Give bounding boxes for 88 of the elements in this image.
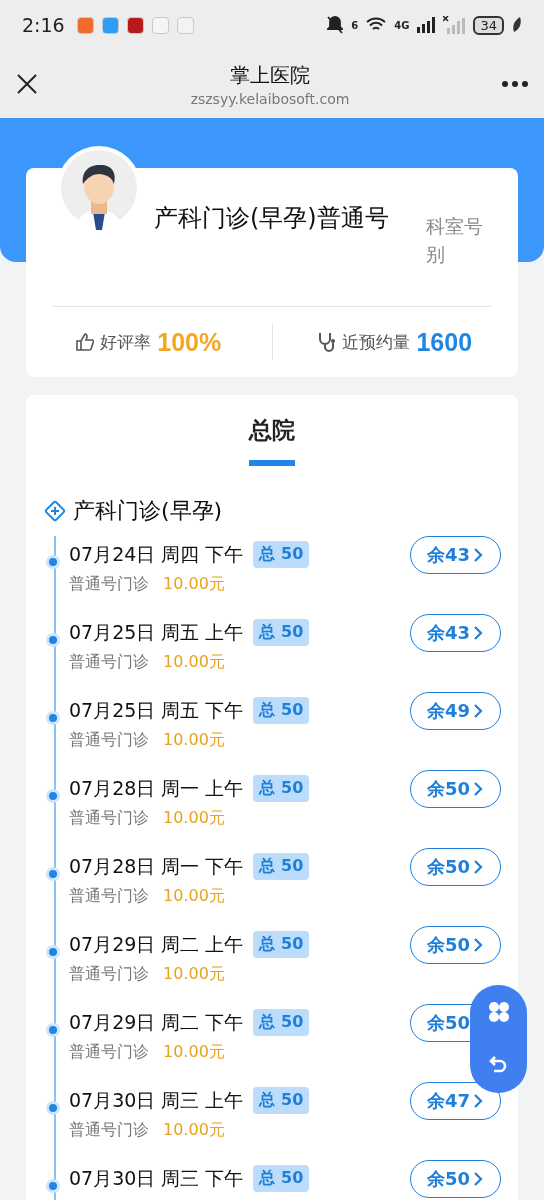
total-badge: 总 50 — [253, 541, 310, 568]
signal-icon — [417, 17, 436, 33]
total-badge: 总 50 — [253, 775, 310, 802]
total-badge: 总 50 — [253, 619, 310, 646]
remaining-button[interactable]: 余43 — [409, 614, 501, 652]
department-heading: 产科门诊(早孕) — [73, 497, 223, 525]
slot-date: 07月28日 周一 下午 — [69, 853, 244, 879]
slot-type: 普通号门诊 — [69, 1042, 149, 1063]
slot-type: 普通号门诊 — [69, 730, 149, 751]
timeline-dot — [49, 870, 57, 878]
slot-date: 07月25日 周五 下午 — [69, 697, 244, 723]
page-url: zszsyy.kelaibosoft.com — [190, 90, 350, 107]
battery-indicator: 34 — [473, 15, 504, 35]
signal-icon — [443, 16, 466, 34]
remaining-button[interactable]: 余50 — [409, 926, 501, 964]
slot-type: 普通号门诊 — [69, 1120, 149, 1141]
slot-date: 07月30日 周三 上午 — [69, 1087, 244, 1113]
timeline-dot — [49, 948, 57, 956]
department-name: 产科门诊(早孕)普通号 — [154, 203, 390, 234]
total-badge: 总 50 — [253, 1165, 310, 1192]
app-notification-icon — [76, 16, 94, 34]
bookings-value: 1600 — [416, 327, 473, 357]
chevron-right-icon — [472, 1171, 484, 1187]
plus-diamond-icon — [43, 499, 67, 523]
app-notification-icon — [151, 16, 169, 34]
more-icon[interactable] — [502, 81, 528, 87]
remaining-button[interactable]: 余50 — [409, 1160, 501, 1198]
slot-type: 普通号门诊 — [69, 964, 149, 985]
timeline-dot — [49, 1026, 57, 1034]
total-badge: 总 50 — [253, 931, 310, 958]
app-notification-icon — [126, 16, 144, 34]
timeline-dot — [49, 1104, 57, 1112]
slot-fee: 10.00元 — [163, 964, 225, 985]
close-icon[interactable] — [16, 73, 38, 95]
slot-date: 07月24日 周四 下午 — [69, 541, 244, 567]
slot-fee: 10.00元 — [163, 808, 225, 829]
total-badge: 总 50 — [253, 697, 310, 724]
timeline-dot — [49, 792, 57, 800]
remaining-button[interactable]: 余47 — [409, 1082, 501, 1120]
page-title: 掌上医院 — [230, 61, 310, 89]
slot-date: 07月30日 周三 下午 — [69, 1165, 244, 1191]
chevron-right-icon — [472, 703, 484, 719]
status-time: 2:16 — [22, 14, 65, 36]
app-notification-icon — [101, 16, 119, 34]
slot-date: 07月28日 周一 上午 — [69, 775, 244, 801]
chevron-right-icon — [472, 937, 484, 953]
slot-fee: 10.00元 — [163, 574, 225, 595]
slot-fee: 10.00元 — [163, 652, 225, 673]
slot-fee: 10.00元 — [163, 886, 225, 907]
chevron-right-icon — [472, 781, 484, 797]
slot-type: 普通号门诊 — [69, 886, 149, 907]
total-badge: 总 50 — [253, 853, 310, 880]
slot-date: 07月29日 周二 上午 — [69, 931, 244, 957]
timeline-dot — [49, 1182, 57, 1190]
remaining-button[interactable]: 余50 — [409, 770, 501, 808]
total-badge: 总 50 — [253, 1009, 310, 1036]
slot-type: 普通号门诊 — [69, 808, 149, 829]
leaf-icon — [512, 17, 522, 33]
stethoscope-icon — [318, 332, 337, 352]
slot-fee: 10.00元 — [163, 730, 225, 751]
slot-fee: 10.00元 — [163, 1042, 225, 1063]
chevron-right-icon — [472, 1093, 484, 1109]
remaining-button[interactable]: 余49 — [409, 692, 501, 730]
app-notification-icon — [176, 16, 194, 34]
rating-value: 100% — [157, 327, 222, 357]
timeline-dot — [49, 558, 57, 566]
chevron-right-icon — [472, 625, 484, 641]
chevron-right-icon — [472, 859, 484, 875]
bookings-label: 近预约量 — [342, 330, 411, 354]
slot-date: 07月29日 周二 下午 — [69, 1009, 244, 1035]
rating-label: 好评率 — [100, 330, 152, 354]
slot-fee: 10.00元 — [163, 1120, 225, 1141]
chevron-right-icon — [472, 547, 484, 563]
grid-icon[interactable] — [487, 1001, 510, 1023]
campus-tab[interactable]: 总院 — [249, 415, 295, 466]
remaining-button[interactable]: 余43 — [409, 536, 501, 574]
slot-type: 普通号门诊 — [69, 652, 149, 673]
network-label: 4G — [394, 19, 410, 31]
thumbs-up-icon — [76, 333, 95, 351]
wifi-label: 6 — [351, 19, 359, 31]
remaining-button[interactable]: 余50 — [409, 848, 501, 886]
mute-icon — [327, 16, 344, 34]
timeline-dot — [49, 636, 57, 644]
slot-type: 普通号门诊 — [69, 574, 149, 595]
total-badge: 总 50 — [253, 1087, 310, 1114]
slot-date: 07月25日 周五 上午 — [69, 619, 244, 645]
timeline-dot — [49, 714, 57, 722]
doctor-title: 科室号别 — [426, 214, 484, 267]
